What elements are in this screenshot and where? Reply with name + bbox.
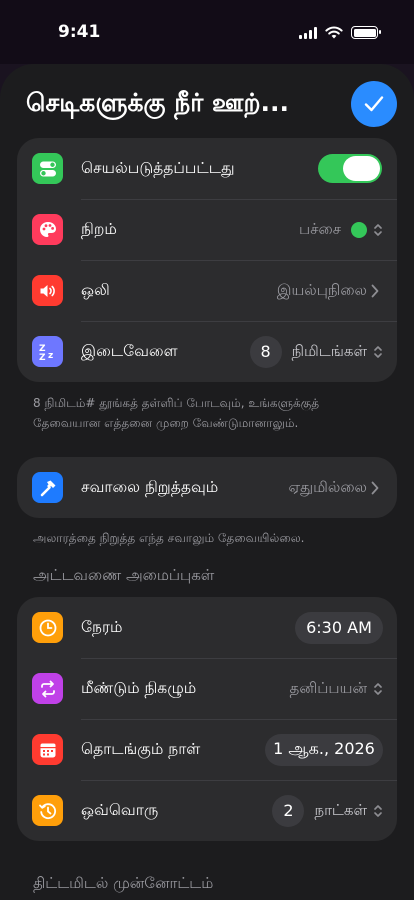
start-date-row[interactable]: தொடங்கும் நாள் 1 ஆக., 2026 bbox=[17, 719, 397, 780]
enabled-toggle[interactable] bbox=[318, 154, 382, 183]
snooze-count: 8 bbox=[249, 335, 282, 368]
clock-icon bbox=[32, 612, 63, 643]
enabled-row[interactable]: செயல்படுத்தப்பட்டது bbox=[17, 138, 397, 199]
every-label: ஒவ்வொரு bbox=[81, 800, 159, 819]
calendar-icon bbox=[32, 734, 63, 765]
start-date-label: தொடங்கும் நாள் bbox=[81, 739, 201, 758]
hammer-icon bbox=[32, 472, 63, 503]
repeat-row[interactable]: மீண்டும் நிகழும் தனிப்பயன் bbox=[17, 658, 397, 719]
preview-section-header: திட்டமிடல் முன்னோட்டம் bbox=[33, 874, 214, 892]
snooze-label: இடைவேளை bbox=[81, 341, 178, 360]
chevron-up-down-icon bbox=[374, 804, 382, 817]
time-row[interactable]: நேரம் 6:30 AM bbox=[17, 597, 397, 658]
schedule-card: நேரம் 6:30 AM மீண்டும் நிகழும் தனிப்பயன் bbox=[17, 597, 397, 841]
toggle-knob bbox=[343, 156, 380, 181]
chevron-right-icon bbox=[371, 284, 379, 297]
snooze-unit: நிமிடங்கள் bbox=[291, 341, 367, 360]
alarm-settings-card: செயல்படுத்தப்பட்டது நிறம் பச்சை ஒலி இயல்… bbox=[17, 138, 397, 382]
snooze-value: 8 நிமிடங்கள் bbox=[249, 335, 367, 368]
color-label: நிறம் bbox=[81, 219, 117, 238]
page-title: செடிகளுக்கு நீர் ஊற்... bbox=[26, 88, 289, 117]
challenge-value: ஏதுமில்லை bbox=[288, 477, 367, 496]
wifi-icon bbox=[325, 26, 343, 39]
time-label: நேரம் bbox=[81, 617, 123, 636]
status-time: 9:41 bbox=[58, 22, 101, 42]
every-count: 2 bbox=[272, 794, 305, 827]
repeat-value: தனிப்பயன் bbox=[289, 678, 367, 697]
snooze-zzz-icon: Z Z z bbox=[32, 336, 63, 367]
palette-icon bbox=[32, 214, 63, 245]
chevron-up-down-icon bbox=[374, 682, 382, 695]
color-swatch bbox=[351, 221, 367, 238]
start-date-picker[interactable]: 1 ஆக., 2026 bbox=[265, 733, 383, 766]
toggle-switch-icon bbox=[32, 153, 63, 184]
repeat-label: மீண்டும் நிகழும் bbox=[81, 678, 197, 697]
speaker-icon bbox=[32, 275, 63, 306]
color-value: பச்சை bbox=[299, 220, 367, 240]
every-row[interactable]: ஒவ்வொரு 2 நாட்கள் bbox=[17, 780, 397, 841]
repeat-icon bbox=[32, 673, 63, 704]
enabled-label: செயல்படுத்தப்பட்டது bbox=[81, 158, 235, 177]
challenge-card: சவாலை நிறுத்தவும் ஏதுமில்லை bbox=[17, 457, 397, 518]
status-icons bbox=[299, 26, 381, 39]
challenge-label: சவாலை நிறுத்தவும் bbox=[81, 477, 219, 496]
chevron-up-down-icon bbox=[374, 223, 382, 236]
svg-text:z: z bbox=[48, 351, 53, 361]
challenge-row[interactable]: சவாலை நிறுத்தவும் ஏதுமில்லை bbox=[17, 457, 397, 518]
chevron-up-down-icon bbox=[374, 345, 382, 358]
sound-label: ஒலி bbox=[81, 280, 110, 299]
chevron-right-icon bbox=[371, 481, 379, 494]
done-button[interactable] bbox=[351, 81, 397, 127]
schedule-section-header: அட்டவணை அமைப்புகள் bbox=[33, 566, 215, 584]
time-picker[interactable]: 6:30 AM bbox=[295, 611, 383, 644]
checkmark-icon bbox=[364, 96, 384, 112]
status-bar: 9:41 bbox=[0, 0, 414, 64]
snooze-row[interactable]: Z Z z இடைவேளை 8 நிமிடங்கள் bbox=[17, 321, 397, 382]
sound-value: இயல்புநிலை bbox=[276, 280, 367, 299]
color-value-text: பச்சை bbox=[299, 219, 341, 238]
battery-icon bbox=[351, 26, 381, 39]
challenge-footnote: அலாரத்தை நிறுத்த எந்த சவாலும் தேவையில்லை… bbox=[33, 531, 305, 545]
every-value: 2 நாட்கள் bbox=[272, 794, 367, 827]
every-unit: நாட்கள் bbox=[314, 800, 367, 819]
history-icon bbox=[32, 795, 63, 826]
svg-text:Z: Z bbox=[39, 353, 46, 363]
snooze-footnote: 8 நிமிடம்# தூங்கத் தள்ளிப் போடவும், உங்க… bbox=[33, 396, 320, 430]
sound-row[interactable]: ஒலி இயல்புநிலை bbox=[17, 260, 397, 321]
cellular-signal-icon bbox=[299, 26, 317, 39]
color-row[interactable]: நிறம் பச்சை bbox=[17, 199, 397, 260]
